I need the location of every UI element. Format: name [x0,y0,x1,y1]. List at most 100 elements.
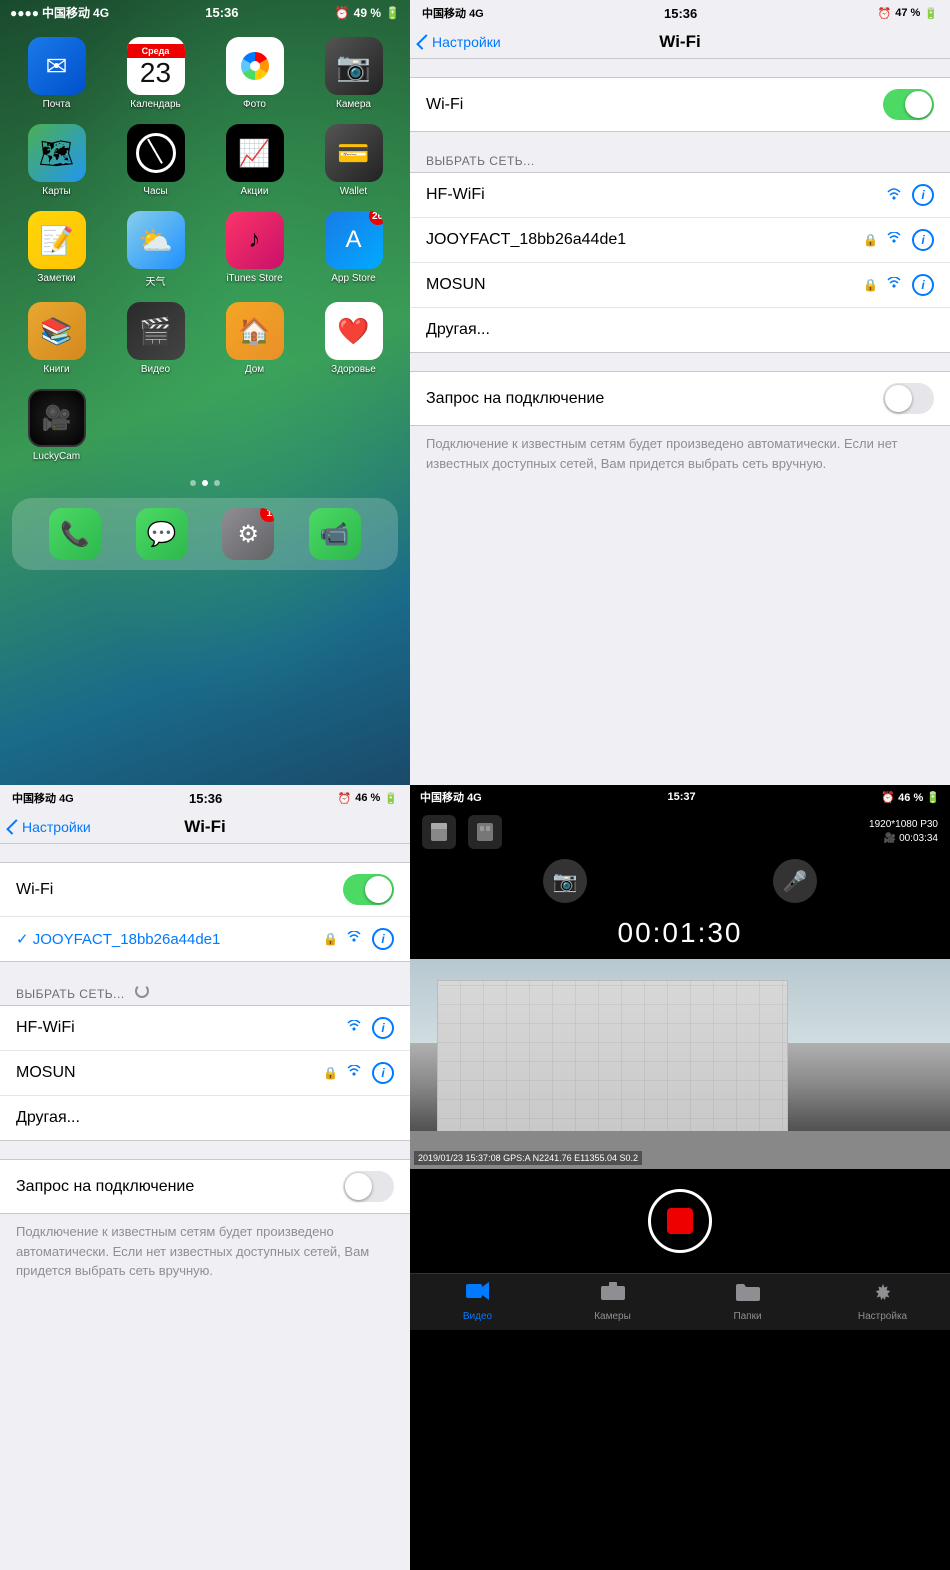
page-dots [0,474,410,492]
cam-video-feed: 2019/01/23 15:37:08 GPS:A N2241.76 E1135… [410,959,950,1169]
lock-icon-mosun-bl: 🔒 [323,1066,338,1080]
app-clock[interactable]: Часы [113,124,198,197]
settings-tab-icon [871,1282,895,1308]
nav-title-tr: Wi-Fi [659,32,700,52]
connected-network-row[interactable]: ✓ JOOYFACT_18bb26a44de1 🔒 i [0,917,410,961]
wifi-toggle-row-bl[interactable]: Wi-Fi [0,863,410,917]
cam-control-row: 📷 🎤 [410,855,950,907]
wifi-toggle-group-tr: Wi-Fi [410,77,950,132]
info-btn-mosun-tr[interactable]: i [912,274,934,296]
network-other-bl[interactable]: Другая... [0,1096,410,1140]
app-camera[interactable]: 📷 Камера [311,37,396,110]
nav-bar-tr: Настройки Wi-Fi [410,26,950,59]
network-hf-wifi-bl[interactable]: HF-WiFi i [0,1006,410,1051]
info-btn-hf-tr[interactable]: i [912,184,934,206]
settings-badge: 1 [260,508,274,522]
tab-settings[interactable]: Настройка [815,1282,950,1322]
network-jooyfact-tr[interactable]: JOOYFACT_18bb26a44de1 🔒 i [410,218,950,263]
wifi-settings-disconnected: 中国移动 4G 15:36 ⏰ 47 % 🔋 Настройки Wi-Fi W… [410,0,950,785]
app-weather[interactable]: ⛅ 天气 [113,211,198,288]
cam-viewport: 2019/01/23 15:37:08 GPS:A N2241.76 E1135… [410,959,950,1169]
app-photos[interactable]: Фото [212,37,297,110]
settings-body-tr: Wi-Fi ВЫБРАТЬ СЕТЬ... HF-WiFi [410,59,950,785]
dock-settings[interactable]: ⚙ 1 [222,508,274,560]
section-header-tr: ВЫБРАТЬ СЕТЬ... [410,150,950,172]
wifi-toggle-row-tr[interactable]: Wi-Fi [410,78,950,131]
tab-folders[interactable]: Папки [680,1282,815,1322]
back-button-tr[interactable]: Настройки [420,34,501,50]
camera-app: 中国移动 4G 15:37 ⏰ 46 % 🔋 1920*1080 P30 🎥 0… [410,785,950,1570]
battery-icon: 🔋 [385,6,400,20]
app-maps[interactable]: 🗺 Карты [14,124,99,197]
wifi-toggle-bl[interactable] [343,874,394,905]
wifi-toggle-group-bl: Wi-Fi ✓ JOOYFACT_18bb26a44de1 🔒 i [0,862,410,962]
cam-btn-sd-card[interactable] [422,815,456,849]
dot2 [202,480,208,486]
ask-join-toggle-tr[interactable] [883,383,934,414]
tab-video[interactable]: Видео [410,1282,545,1322]
nav-bar-bl: Настройки Wi-Fi [0,811,410,844]
info-btn-mosun-bl[interactable]: i [372,1062,394,1084]
wifi-signal-jooyfact-tr [886,232,902,249]
wifi-signal-hf-bl [346,1020,362,1037]
app-appstore[interactable]: A 26 App Store [311,211,396,288]
ask-join-toggle-bl[interactable] [343,1171,394,1202]
app-calendar[interactable]: Среда 23 Календарь [113,37,198,110]
cam-top-bar: 1920*1080 P30 🎥 00:03:34 [410,809,950,855]
carrier-info: ●●●● 中国移动 4G [10,4,109,21]
dock-facetime[interactable]: 📹 [309,508,361,560]
cam-rec-info: 1920*1080 P30 🎥 00:03:34 [869,818,938,846]
dock: 📞 💬 ⚙ 1 📹 [12,498,398,570]
cam-btn-tf-card[interactable] [468,815,502,849]
ask-join-description-tr: Подключение к известным сетям будет прои… [410,426,950,481]
network-hf-wifi-tr[interactable]: HF-WiFi i [410,173,950,218]
stop-icon [667,1208,693,1234]
app-luckycam[interactable]: 🎥 LuckyCam [14,389,99,462]
cam-photo-btn[interactable]: 📷 [543,859,587,903]
info-btn-connected[interactable]: i [372,928,394,950]
networks-group-tr: HF-WiFi i JOOYFACT_18bb26a44de1 🔒 [410,172,950,353]
tab-cameras[interactable]: Камеры [545,1282,680,1322]
network-other-tr[interactable]: Другая... [410,308,950,352]
app-stocks[interactable]: 📈 Акции [212,124,297,197]
dock-messages[interactable]: 💬 [136,508,188,560]
settings-body-bl: Wi-Fi ✓ JOOYFACT_18bb26a44de1 🔒 i [0,844,410,1570]
ask-join-group-tr: Запрос на подключение [410,371,950,426]
cam-status-bar: 中国移动 4G 15:37 ⏰ 46 % 🔋 [410,785,950,809]
info-btn-hf-bl[interactable]: i [372,1017,394,1039]
wifi-signal-connected [346,931,362,948]
record-button[interactable] [648,1189,712,1253]
section-header-bl: ВЫБРАТЬ СЕТЬ... [0,980,410,1005]
nav-title-bl: Wi-Fi [184,817,225,837]
ask-join-row-bl[interactable]: Запрос на подключение [0,1160,410,1213]
status-bar-bl: 中国移动 4G 15:36 ⏰ 46 % 🔋 [0,785,410,811]
cam-tab-bar: Видео Камеры Папки Настройка [410,1273,950,1330]
wifi-signal-icon [886,187,902,204]
back-button-bl[interactable]: Настройки [10,819,91,835]
app-home[interactable]: 🏠 Дом [212,302,297,375]
dock-phone[interactable]: 📞 [49,508,101,560]
wifi-toggle-tr[interactable] [883,89,934,120]
app-itunes[interactable]: ♪ iTunes Store [212,211,297,288]
app-video[interactable]: 🎬 Видео [113,302,198,375]
app-notes[interactable]: 📝 Заметки [14,211,99,288]
network-mosun-tr[interactable]: MOSUN 🔒 i [410,263,950,308]
status-bar-home: ●●●● 中国移动 4G 15:36 ⏰ 49 % 🔋 [0,0,410,25]
app-health[interactable]: ❤️ Здоровье [311,302,396,375]
time: 15:36 [205,5,238,20]
dot3 [214,480,220,486]
info-btn-jooyfact-tr[interactable]: i [912,229,934,251]
cam-timer: 00:01:30 [410,907,950,959]
app-books[interactable]: 📚 Книги [14,302,99,375]
cam-mic-btn[interactable]: 🎤 [773,859,817,903]
wifi-signal-mosun-bl [346,1065,362,1082]
wifi-settings-connected: 中国移动 4G 15:36 ⏰ 46 % 🔋 Настройки Wi-Fi W… [0,785,410,1570]
ask-join-row-tr[interactable]: Запрос на подключение [410,372,950,425]
app-mail[interactable]: ✉ Почта [14,37,99,110]
ask-join-group-bl: Запрос на подключение [0,1159,410,1214]
network-mosun-bl[interactable]: MOSUN 🔒 i [0,1051,410,1096]
loading-spinner [135,984,149,998]
cam-record-row [410,1169,950,1273]
ask-join-description-bl: Подключение к известным сетям будет прои… [0,1214,410,1289]
app-wallet[interactable]: 💳 Wallet [311,124,396,197]
